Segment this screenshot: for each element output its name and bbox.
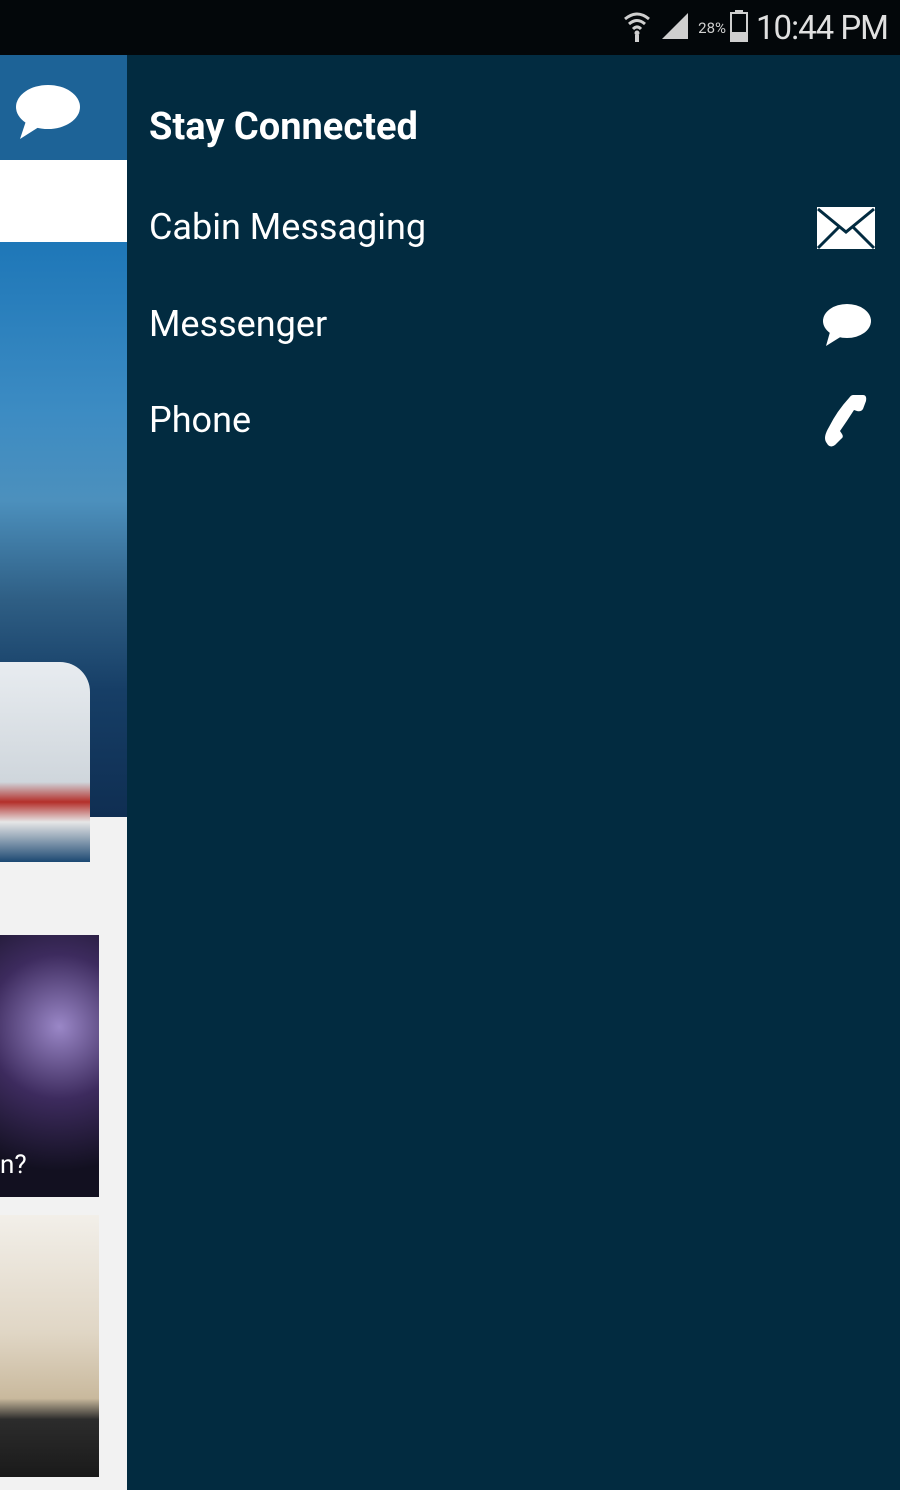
envelope-icon bbox=[816, 200, 876, 256]
chat-bubble-icon bbox=[816, 297, 876, 353]
background-search-bar[interactable] bbox=[0, 160, 127, 242]
battery-icon bbox=[730, 10, 748, 46]
wifi-icon bbox=[622, 9, 652, 47]
phone-icon bbox=[816, 393, 876, 449]
background-app-header bbox=[0, 55, 127, 160]
chat-bubble-icon[interactable] bbox=[12, 83, 82, 147]
background-card-text: n? bbox=[0, 1150, 27, 1180]
ship-illustration bbox=[0, 662, 90, 862]
menu-item-phone[interactable]: Phone bbox=[127, 373, 900, 469]
battery-percent: 28% bbox=[698, 19, 726, 37]
status-bar: 28% 10:44 PM bbox=[0, 0, 900, 55]
menu-item-messenger[interactable]: Messenger bbox=[127, 277, 900, 373]
drawer-title: Stay Connected bbox=[149, 105, 418, 149]
menu-item-label: Messenger bbox=[149, 303, 328, 345]
background-card-image-dining[interactable] bbox=[0, 1215, 99, 1477]
navigation-drawer: Stay Connected Cabin Messaging Messenger… bbox=[127, 55, 900, 1490]
menu-item-label: Cabin Messaging bbox=[149, 206, 427, 248]
background-app[interactable]: n? bbox=[0, 55, 127, 1490]
menu-item-label: Phone bbox=[149, 399, 252, 441]
signal-icon bbox=[660, 11, 690, 45]
hero-image-ship bbox=[0, 242, 127, 862]
menu-item-cabin-messaging[interactable]: Cabin Messaging bbox=[127, 180, 900, 276]
status-time: 10:44 PM bbox=[756, 8, 889, 48]
